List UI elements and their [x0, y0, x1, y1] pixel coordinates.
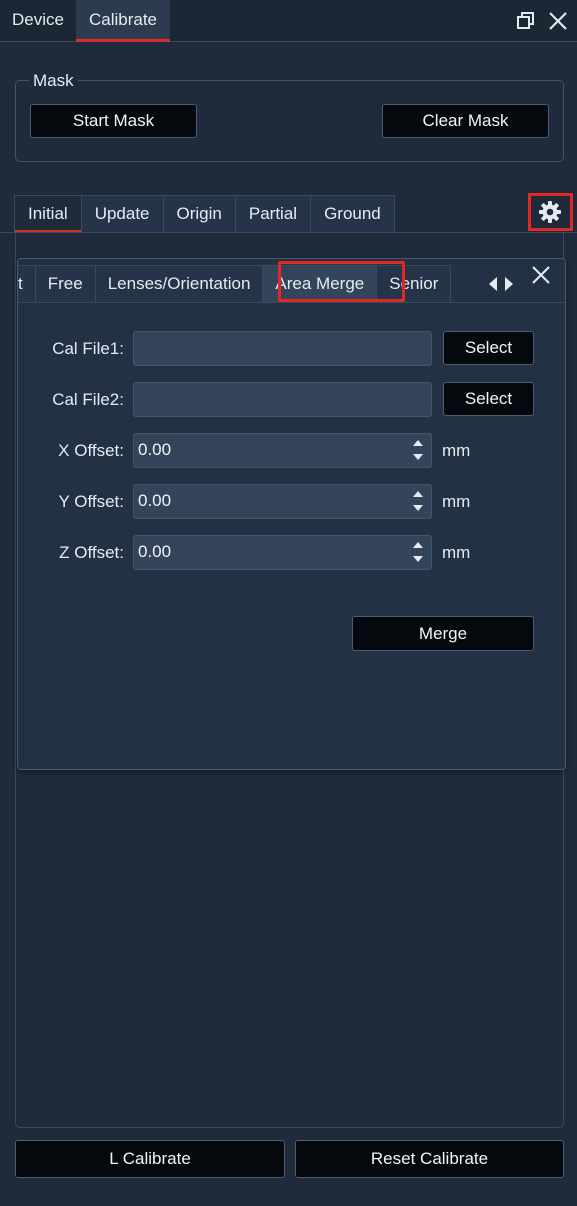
tab-ground[interactable]: Ground: [311, 195, 395, 233]
sub-tab-bar: t Free Lenses/Orientation Area Merge Sen…: [18, 265, 523, 303]
merge-button[interactable]: Merge: [352, 616, 534, 651]
tab-initial[interactable]: Initial: [14, 195, 82, 233]
reset-calibrate-button[interactable]: Reset Calibrate: [295, 1140, 564, 1178]
l-calibrate-button[interactable]: L Calibrate: [15, 1140, 285, 1178]
tab-partial[interactable]: Partial: [235, 195, 312, 233]
tab-calibrate[interactable]: Calibrate: [76, 0, 170, 42]
y-offset-input[interactable]: 0.00: [133, 484, 432, 519]
y-offset-unit: mm: [442, 492, 471, 511]
clear-mask-button[interactable]: Clear Mask: [382, 104, 549, 138]
spin-arrows-icon[interactable]: [410, 538, 426, 566]
gear-icon[interactable]: [538, 200, 562, 224]
cal-file2-label: Cal File2:: [52, 390, 124, 409]
tab-update[interactable]: Update: [81, 195, 164, 233]
tab-origin[interactable]: Origin: [163, 195, 236, 233]
z-offset-input[interactable]: 0.00: [133, 535, 432, 570]
tab-device[interactable]: Device: [0, 0, 76, 42]
close-icon[interactable]: [530, 264, 552, 286]
mask-group-title: Mask: [29, 71, 78, 91]
chevron-left-icon[interactable]: [488, 277, 497, 291]
chevron-right-icon[interactable]: [504, 277, 513, 291]
z-offset-label: Z Offset:: [59, 543, 124, 562]
select-file1-button[interactable]: Select: [443, 331, 534, 365]
cal-file2-field[interactable]: [133, 382, 432, 417]
select-file2-button[interactable]: Select: [443, 382, 534, 416]
close-icon[interactable]: [546, 9, 570, 33]
tab-partial-hidden[interactable]: t: [18, 265, 36, 303]
spin-arrows-icon[interactable]: [410, 487, 426, 515]
tab-free[interactable]: Free: [35, 265, 96, 303]
tab-lenses-orientation[interactable]: Lenses/Orientation: [95, 265, 264, 303]
x-offset-input[interactable]: 0.00: [133, 433, 432, 468]
x-offset-label: X Offset:: [58, 441, 124, 460]
tab-scroll-buttons: [478, 265, 523, 303]
start-mask-button[interactable]: Start Mask: [30, 104, 197, 138]
x-offset-unit: mm: [442, 441, 471, 460]
restore-window-icon[interactable]: [514, 9, 538, 33]
cal-file1-label: Cal File1:: [52, 339, 124, 358]
area-merge-highlight: [278, 261, 405, 302]
y-offset-label: Y Offset:: [58, 492, 124, 511]
cal-file1-field[interactable]: [133, 331, 432, 366]
z-offset-unit: mm: [442, 543, 471, 562]
spin-arrows-icon[interactable]: [410, 436, 426, 464]
sub-tab-divider: [18, 302, 565, 303]
mode-tab-bar: Initial Update Origin Partial Ground: [14, 195, 395, 233]
